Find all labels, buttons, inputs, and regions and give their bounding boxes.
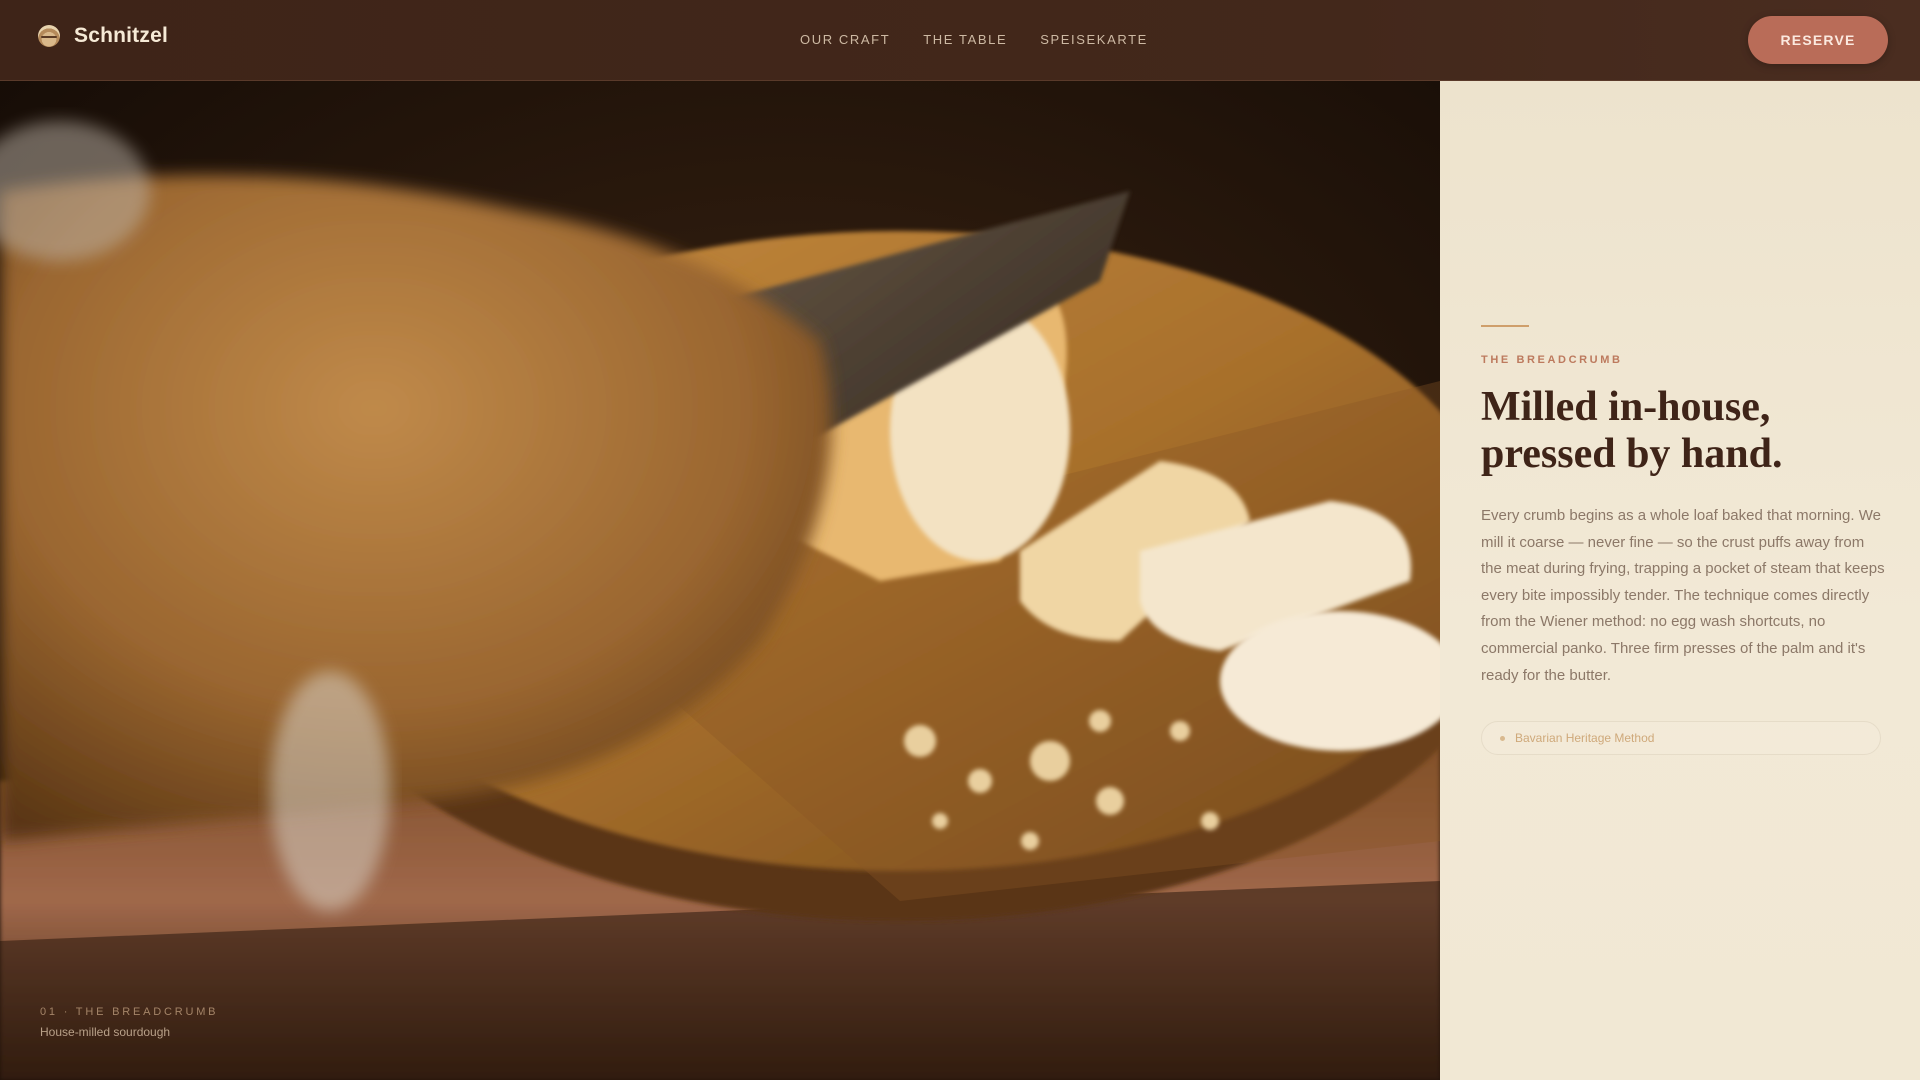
- tag-dot-icon: [1500, 735, 1505, 741]
- headline-line-1: Milled in-house,: [1481, 384, 1771, 430]
- reserve-button[interactable]: RESERVE: [1748, 16, 1888, 64]
- nav-link-our-craft[interactable]: OUR CRAFT: [800, 32, 890, 47]
- headline-line-2: pressed by hand.: [1481, 431, 1783, 477]
- nav-link-speisekarte[interactable]: SPEISEKARTE: [1040, 32, 1148, 47]
- top-nav: Schnitzel OUR CRAFT THE TABLE SPEISEKART…: [0, 0, 1920, 81]
- brand-name: Schnitzel: [74, 24, 168, 47]
- heritage-tag: Bavarian Heritage Method: [1481, 721, 1881, 755]
- tag-label: Bavarian Heritage Method: [1515, 731, 1655, 745]
- accent-rule: [1481, 325, 1529, 327]
- photo-caption: 01 · THE BREADCRUMB House-milled sourdou…: [40, 1006, 218, 1039]
- brand[interactable]: Schnitzel: [38, 24, 168, 48]
- schnitzel-plate-icon: [38, 25, 60, 47]
- section-body: Every crumb begins as a whole loaf baked…: [1481, 507, 1885, 684]
- caption-subtitle: House-milled sourdough: [40, 1025, 171, 1039]
- section-headline: Milled in-house, pressed by hand.: [1481, 384, 1901, 478]
- bread-cutting-image: [0, 81, 1440, 1080]
- nav-link-the-table[interactable]: THE TABLE: [923, 32, 1007, 47]
- nav-links: OUR CRAFT THE TABLE SPEISEKARTE: [800, 32, 1148, 47]
- hero-photo: 01 · THE BREADCRUMB House-milled sourdou…: [0, 81, 1440, 1080]
- story-panel: THE BREADCRUMB Milled in-house, pressed …: [1440, 81, 1920, 1080]
- caption-label: 01 · THE BREADCRUMB: [40, 1006, 219, 1018]
- section-eyebrow: THE BREADCRUMB: [1481, 354, 1623, 366]
